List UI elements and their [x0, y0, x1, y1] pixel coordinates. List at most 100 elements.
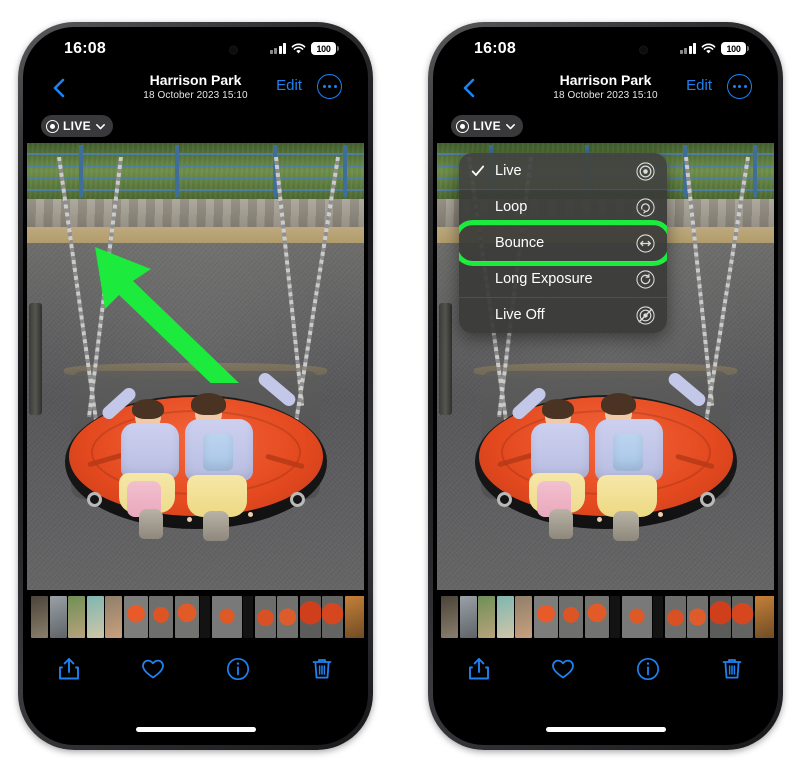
bottom-toolbar	[437, 646, 774, 692]
list-item[interactable]	[149, 596, 173, 638]
list-item[interactable]	[478, 596, 495, 638]
photo-viewer[interactable]	[27, 143, 364, 590]
list-item[interactable]	[559, 596, 583, 638]
live-badge-row: LIVE	[437, 113, 774, 143]
loop-icon	[636, 197, 655, 217]
battery-icon: 100	[721, 42, 749, 55]
menu-item-live-off[interactable]: Live Off	[459, 297, 667, 333]
photo-viewer[interactable]: Live Loop Bounce Long Exposure Live Off	[437, 143, 774, 590]
chevron-down-icon	[505, 123, 515, 129]
menu-item-long-exposure[interactable]: Long Exposure	[459, 261, 667, 297]
chevron-left-icon	[463, 78, 475, 98]
list-item[interactable]	[515, 596, 532, 638]
live-photo-icon	[46, 119, 59, 133]
menu-item-bounce[interactable]: Bounce	[459, 220, 667, 266]
list-item[interactable]	[610, 596, 620, 638]
list-item[interactable]	[533, 596, 558, 638]
list-item[interactable]	[664, 596, 686, 638]
list-item[interactable]	[105, 596, 122, 638]
thumbnail-filmstrip[interactable]	[437, 596, 774, 638]
list-item[interactable]	[31, 596, 48, 638]
heart-icon	[552, 659, 575, 679]
photo-datetime: 18 October 2023 15:10	[553, 90, 658, 101]
list-item[interactable]	[344, 596, 364, 638]
list-item[interactable]	[123, 596, 148, 638]
front-camera-icon	[638, 45, 648, 54]
list-item[interactable]	[496, 596, 514, 638]
menu-item-loop[interactable]: Loop	[459, 189, 667, 225]
ellipsis-circle-icon[interactable]	[317, 74, 342, 99]
list-item[interactable]	[621, 596, 652, 638]
list-item[interactable]	[254, 596, 276, 638]
info-button[interactable]	[223, 654, 253, 684]
right-phone: 16:08 100 Harrison Park 18 October 2023 …	[428, 22, 783, 750]
concrete-wall	[27, 199, 364, 227]
status-bar: 16:08 100	[437, 31, 774, 71]
home-indicator	[545, 727, 666, 732]
back-button[interactable]	[47, 75, 73, 101]
child-right	[587, 370, 708, 541]
page-title: Harrison Park 18 October 2023 15:10	[553, 72, 657, 103]
edit-button[interactable]: Edit	[276, 77, 302, 94]
playground-post	[439, 303, 452, 415]
live-badge-row: LIVE	[27, 113, 364, 143]
list-item[interactable]	[211, 596, 242, 638]
nav-bar: Harrison Park 18 October 2023 15:10 Edit	[27, 71, 364, 113]
photo-datetime: 18 October 2023 15:10	[143, 90, 248, 101]
list-item[interactable]	[459, 596, 477, 638]
list-item[interactable]	[709, 596, 731, 638]
menu-item-live[interactable]: Live	[459, 153, 667, 189]
list-item[interactable]	[687, 596, 708, 638]
left-phone: 16:08 100 Harrison Park 18 October 2023 …	[18, 22, 373, 750]
share-button[interactable]	[464, 654, 494, 684]
thumbnail-filmstrip[interactable]	[27, 596, 364, 638]
info-button[interactable]	[633, 654, 663, 684]
list-item[interactable]	[243, 596, 253, 638]
edit-button[interactable]: Edit	[686, 77, 712, 94]
orange-nest-swing	[64, 370, 327, 541]
orange-nest-swing	[474, 370, 737, 541]
list-item[interactable]	[441, 596, 458, 638]
list-item[interactable]	[584, 596, 609, 638]
screenshot-canvas: 16:08 100 Harrison Park 18 October 2023 …	[0, 0, 800, 772]
menu-item-label: Live Off	[495, 307, 545, 323]
status-time: 16:08	[64, 40, 106, 57]
wifi-icon	[291, 43, 306, 53]
list-item[interactable]	[86, 596, 104, 638]
list-item[interactable]	[277, 596, 298, 638]
list-item[interactable]	[68, 596, 85, 638]
list-item[interactable]	[732, 596, 753, 638]
live-badge-button[interactable]: LIVE	[451, 115, 523, 137]
menu-item-label: Live	[495, 163, 522, 179]
info-icon	[226, 657, 249, 681]
delete-button[interactable]	[717, 654, 747, 684]
list-item[interactable]	[653, 596, 663, 638]
battery-level: 100	[316, 43, 331, 54]
dynamic-island	[547, 35, 664, 64]
delete-button[interactable]	[307, 654, 337, 684]
list-item[interactable]	[49, 596, 67, 638]
favourite-button[interactable]	[138, 654, 168, 684]
list-item[interactable]	[322, 596, 343, 638]
back-button[interactable]	[457, 75, 483, 101]
list-item[interactable]	[299, 596, 321, 638]
playground-post	[29, 303, 42, 415]
dynamic-island	[137, 35, 254, 64]
share-button[interactable]	[54, 654, 84, 684]
favourite-button[interactable]	[548, 654, 578, 684]
menu-item-label: Loop	[495, 199, 528, 215]
list-item[interactable]	[754, 596, 774, 638]
long-exposure-icon	[636, 269, 655, 289]
live-effect-menu[interactable]: Live Loop Bounce Long Exposure Live Off	[459, 153, 667, 333]
left-phone-screen: 16:08 100 Harrison Park 18 October 2023 …	[27, 31, 364, 741]
list-item[interactable]	[174, 596, 199, 638]
front-camera-icon	[228, 45, 238, 54]
bottom-toolbar	[27, 646, 364, 692]
ellipsis-circle-icon[interactable]	[727, 74, 752, 99]
live-badge-button[interactable]: LIVE	[41, 115, 113, 137]
menu-item-label: Long Exposure	[495, 271, 593, 287]
album-title: Harrison Park	[149, 72, 242, 88]
bounce-arrows-icon	[636, 233, 655, 253]
menu-item-label: Bounce	[495, 235, 545, 251]
list-item[interactable]	[200, 596, 210, 638]
